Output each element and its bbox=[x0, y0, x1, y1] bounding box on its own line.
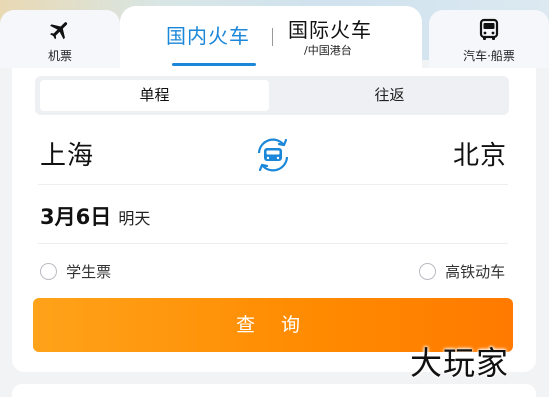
airplane-icon bbox=[50, 22, 68, 40]
student-ticket-label: 学生票 bbox=[66, 263, 112, 281]
tab-international-sublabel: /中国港台 bbox=[304, 44, 352, 57]
active-tab-underline bbox=[172, 63, 256, 66]
tab-domestic-train[interactable]: 国内火车 bbox=[166, 20, 266, 66]
high-speed-checkbox[interactable] bbox=[419, 263, 436, 280]
watermark: 大玩家 bbox=[410, 344, 510, 382]
tab-international-label: 国际火车 bbox=[288, 18, 372, 42]
tab-bus-ship[interactable]: 汽车·船票 bbox=[429, 10, 549, 68]
transport-tabs: 机票 国内火车 国际火车 /中国港台 汽车·船票 bbox=[0, 6, 549, 70]
swap-button[interactable] bbox=[253, 135, 293, 175]
swap-train-icon bbox=[257, 138, 289, 172]
tab-domestic-label: 国内火车 bbox=[166, 24, 250, 48]
train-tab-group: 国内火车 国际火车 /中国港台 bbox=[120, 6, 422, 70]
tab-bus-ship-label: 汽车·船票 bbox=[463, 49, 515, 63]
departure-date[interactable]: 3月6日 明天 bbox=[40, 201, 150, 231]
tab-divider bbox=[272, 28, 273, 46]
route-divider bbox=[38, 184, 508, 185]
round-trip-option[interactable]: 往返 bbox=[275, 80, 504, 111]
next-section-card bbox=[12, 384, 536, 397]
date-divider bbox=[38, 243, 508, 244]
student-ticket-checkbox[interactable] bbox=[40, 263, 57, 280]
tab-international-train[interactable]: 国际火车 /中国港台 bbox=[288, 14, 408, 64]
high-speed-label: 高铁动车 bbox=[445, 263, 506, 281]
bus-icon bbox=[479, 18, 499, 40]
one-way-option[interactable]: 单程 bbox=[40, 80, 269, 111]
tab-flight[interactable]: 机票 bbox=[0, 10, 120, 68]
arrival-city[interactable]: 北京 bbox=[453, 135, 507, 172]
date-weekday: 明天 bbox=[118, 209, 151, 228]
date-value: 3月6日 bbox=[40, 205, 112, 229]
student-ticket-option[interactable]: 学生票 bbox=[40, 261, 111, 281]
high-speed-option[interactable]: 高铁动车 bbox=[419, 261, 505, 281]
tab-flight-label: 机票 bbox=[47, 49, 72, 63]
departure-city[interactable]: 上海 bbox=[40, 135, 94, 172]
trip-type-toggle: 单程 往返 bbox=[35, 76, 509, 115]
